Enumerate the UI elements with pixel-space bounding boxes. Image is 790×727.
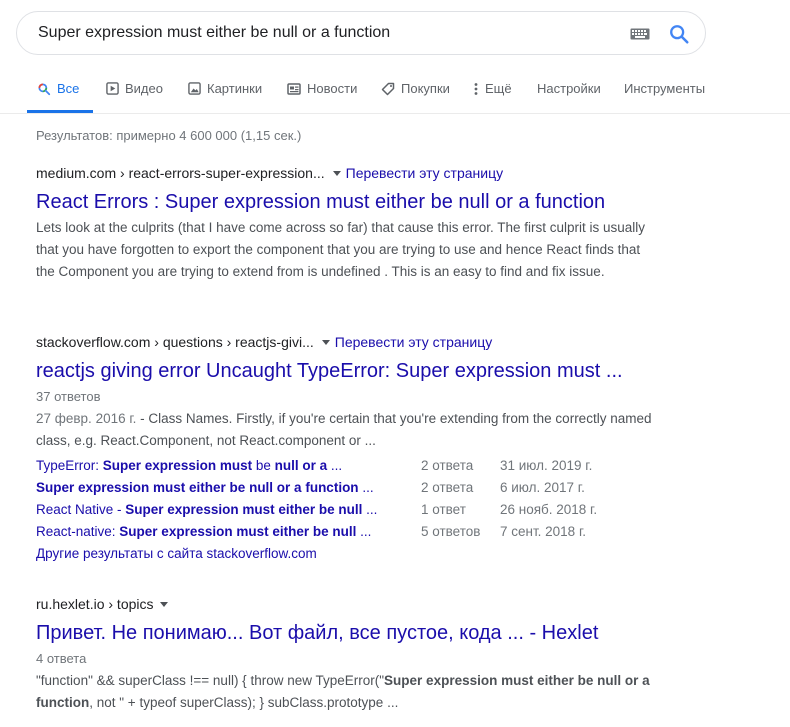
news-icon [287, 82, 301, 95]
tab-label: Видео [125, 81, 163, 96]
tab-video[interactable]: Видео [106, 81, 163, 96]
tab-label: Новости [307, 81, 358, 96]
sitelink-row: React-native: Super expression must eith… [36, 524, 656, 546]
search-result: stackoverflow.com › questions › reactjs-… [36, 334, 656, 452]
more-results-link[interactable]: Другие результаты с сайта stackoverflow.… [36, 546, 656, 561]
sitelink[interactable]: React Native - Super expression must eit… [36, 502, 377, 517]
sitelink-count: 1 ответ [421, 502, 466, 517]
result-date: 27 февр. 2016 г. [36, 411, 137, 426]
search-result: medium.com › react-errors-super-expressi… [36, 165, 656, 283]
tab-label: Инструменты [624, 81, 706, 96]
sitelink-date: 6 июл. 2017 г. [500, 480, 585, 495]
tab-label: Настройки [537, 81, 601, 96]
dropdown-arrow-icon[interactable] [159, 601, 168, 607]
search-box[interactable]: Super expression must either be null or … [16, 11, 706, 55]
result-snippet: Lets look at the culprits (that I have c… [36, 220, 646, 279]
search-tabs: Все Видео Картинки Новости Покупки Ещё Н… [0, 71, 790, 114]
sitelink-count: 2 ответа [421, 480, 474, 495]
answer-count: 4 ответа [36, 651, 87, 666]
tab-news[interactable]: Новости [287, 81, 357, 96]
tab-more[interactable]: Ещё [474, 81, 512, 96]
result-title[interactable]: React Errors : Super expression must eit… [36, 189, 656, 215]
result-cite: medium.com › react-errors-super-expressi… [36, 165, 325, 181]
tab-label: Ещё [485, 81, 512, 96]
result-snippet: "function" && superClass !== null) { thr… [36, 673, 650, 710]
sitelink-date: 7 сент. 2018 г. [500, 524, 586, 539]
tab-images[interactable]: Картинки [188, 81, 262, 96]
sitelink-row: React Native - Super expression must eit… [36, 502, 656, 524]
sitelink[interactable]: React-native: Super expression must eith… [36, 524, 371, 539]
result-url: stackoverflow.com › questions › reactjs-… [36, 334, 656, 350]
sitelink-row: Super expression must either be null or … [36, 480, 656, 502]
sitelink-row: TypeError: Super expression must be null… [36, 458, 656, 480]
result-url: ru.hexlet.io › topics [36, 596, 656, 612]
active-tab-indicator [27, 110, 93, 113]
result-title[interactable]: reactjs giving error Uncaught TypeError:… [36, 358, 656, 384]
result-url: medium.com › react-errors-super-expressi… [36, 165, 656, 181]
dropdown-arrow-icon[interactable] [321, 339, 330, 345]
dropdown-arrow-icon[interactable] [332, 170, 341, 176]
tab-tools[interactable]: Инструменты [624, 81, 705, 96]
result-title[interactable]: Привет. Не понимаю... Вот файл, все пуст… [36, 620, 656, 646]
tab-label: Картинки [207, 81, 263, 96]
image-icon [188, 82, 201, 95]
play-icon [106, 82, 119, 95]
search-icon [38, 82, 51, 95]
search-result: ru.hexlet.io › topics Привет. Не понимаю… [36, 596, 656, 714]
result-cite: ru.hexlet.io › topics [36, 596, 154, 612]
tab-all[interactable]: Все [37, 81, 79, 96]
sitelinks-table: TypeError: Super expression must be null… [36, 458, 656, 561]
result-snippet: 27 февр. 2016 г. - Class Names. Firstly,… [36, 408, 656, 452]
sitelink-count: 2 ответа [421, 458, 474, 473]
tab-label: Покупки [401, 81, 450, 96]
translate-link[interactable]: Перевести эту страницу [346, 165, 503, 181]
tab-settings[interactable]: Настройки [537, 81, 601, 96]
search-icon[interactable] [668, 23, 690, 50]
tab-shopping[interactable]: Покупки [381, 81, 450, 96]
keyboard-icon[interactable] [630, 27, 650, 45]
tab-label: Все [57, 81, 80, 96]
sitelink-date: 31 июл. 2019 г. [500, 458, 593, 473]
sitelink-count: 5 ответов [421, 524, 481, 539]
result-cite: stackoverflow.com › questions › reactjs-… [36, 334, 314, 350]
sitelink[interactable]: TypeError: Super expression must be null… [36, 458, 342, 473]
tag-icon [381, 82, 395, 95]
sitelink[interactable]: Super expression must either be null or … [36, 480, 374, 495]
answer-count: 37 ответов [36, 389, 101, 404]
result-stats: Результатов: примерно 4 600 000 (1,15 се… [36, 128, 302, 143]
sitelink-date: 26 нояб. 2018 г. [500, 502, 598, 517]
translate-link[interactable]: Перевести эту страницу [335, 334, 492, 350]
more-vert-icon [474, 82, 478, 95]
search-input[interactable]: Super expression must either be null or … [38, 24, 390, 42]
